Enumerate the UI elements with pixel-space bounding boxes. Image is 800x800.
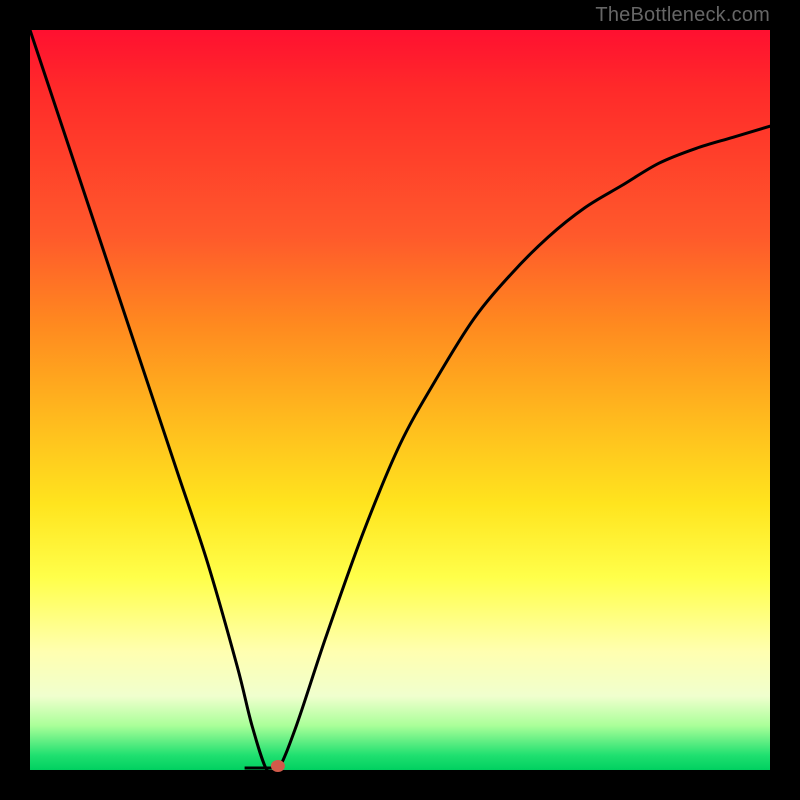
chart-container: TheBottleneck.com [0, 0, 800, 800]
watermark-text: TheBottleneck.com [595, 4, 770, 27]
optimal-point-marker [271, 760, 285, 772]
bottleneck-curve [30, 30, 770, 770]
plot-area [30, 30, 770, 770]
bottleneck-curve-path [30, 30, 770, 776]
